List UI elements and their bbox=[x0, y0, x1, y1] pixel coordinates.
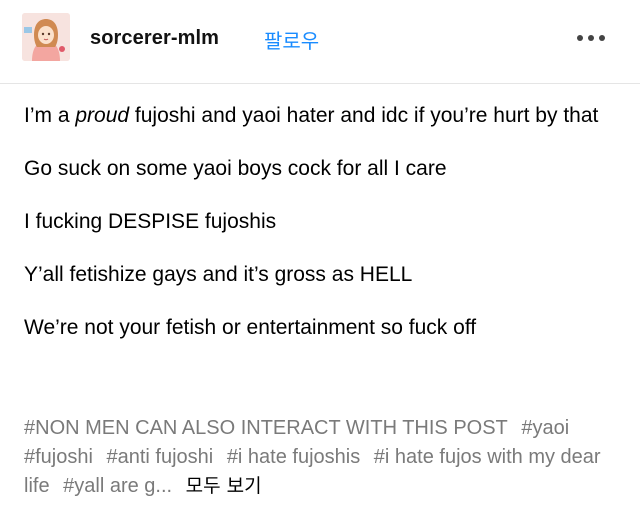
tag-link[interactable]: #anti fujoshi bbox=[107, 446, 214, 468]
post-paragraph: I fucking DESPISE fujoshis bbox=[24, 210, 277, 233]
tag-link[interactable]: #i hate fujoshis bbox=[227, 446, 360, 468]
post-paragraph: Y’all fetishize gays and it’s gross as H… bbox=[24, 263, 413, 286]
tag-link[interactable]: #yall are g... bbox=[63, 475, 172, 497]
tag-link[interactable]: #fujoshi bbox=[24, 446, 93, 468]
post-paragraph: We’re not your fetish or entertainment s… bbox=[24, 316, 477, 339]
follow-button[interactable]: 팔로우 bbox=[264, 25, 319, 54]
post-tags: #NON MEN CAN ALSO INTERACT WITH THIS POS… bbox=[24, 414, 624, 501]
user-avatar-icon bbox=[22, 13, 70, 61]
post-body: I’m a proud fujoshi and yaoi hater and i… bbox=[24, 100, 614, 365]
tag-link[interactable]: #NON MEN CAN ALSO INTERACT WITH THIS POS… bbox=[24, 417, 508, 439]
paragraph-text: fujoshi and yaoi hater and idc if you’re… bbox=[129, 104, 599, 127]
author-username[interactable]: sorcerer-mlm bbox=[90, 27, 219, 50]
post-header: sorcerer-mlm 팔로우 bbox=[0, 0, 640, 84]
see-all-tags-button[interactable]: 모두 보기 bbox=[186, 475, 262, 497]
emphasis-text: proud bbox=[75, 104, 130, 127]
post-paragraph: I’m a proud fujoshi and yaoi hater and i… bbox=[24, 100, 614, 131]
tag-link[interactable]: #yaoi bbox=[521, 417, 569, 439]
ellipsis-horizontal-icon bbox=[577, 35, 605, 41]
author-avatar[interactable] bbox=[22, 13, 70, 61]
more-options-button[interactable] bbox=[575, 28, 607, 48]
paragraph-text: I’m a bbox=[24, 104, 76, 127]
post-paragraph: Go suck on some yaoi boys cock for all I… bbox=[24, 157, 447, 180]
